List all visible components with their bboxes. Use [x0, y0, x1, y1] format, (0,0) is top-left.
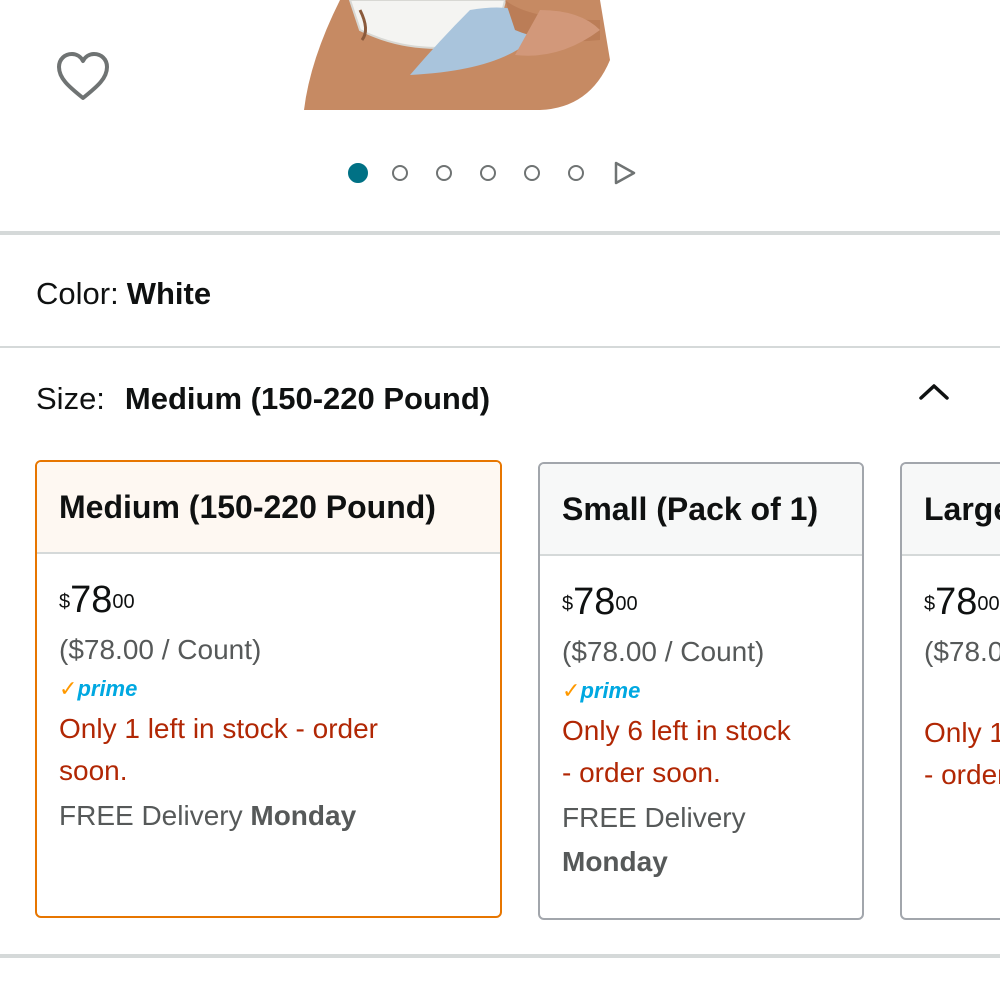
gallery-pagination: [348, 158, 612, 188]
gallery-dot[interactable]: [436, 165, 452, 181]
play-icon[interactable]: [612, 160, 638, 191]
color-value: White: [126, 276, 212, 311]
unit-price: ($78.00 / Count): [59, 634, 262, 665]
gallery-dot[interactable]: [568, 165, 584, 181]
price: $7800: [924, 581, 1000, 623]
delivery-info: FREE Delivery Monday: [562, 802, 746, 877]
stock-status: Only 6 left in stock - order soon.: [562, 715, 791, 788]
stock-status: Only 1 left in stock - order soon.: [59, 713, 379, 786]
gallery-dot[interactable]: [524, 165, 540, 181]
size-option-title: Small (Pack of 1): [540, 464, 862, 556]
prime-badge: ✓prime: [59, 676, 138, 701]
divider: [0, 231, 1000, 235]
size-option-title: Medium (150-220 Pound): [37, 462, 500, 554]
heart-icon[interactable]: [54, 48, 112, 106]
size-selector: Size: Medium (150-220 Pound): [36, 381, 490, 417]
product-image[interactable]: [300, 0, 662, 112]
color-selector: Color: White: [36, 276, 211, 312]
gallery-dot[interactable]: [480, 165, 496, 181]
size-option-card[interactable]: Small (Pack of 1) $7800 ($78.00 / Count)…: [538, 462, 864, 920]
color-label: Color:: [36, 276, 119, 311]
size-label: Size:: [36, 381, 105, 416]
size-option-card[interactable]: Large $7800 ($78.00 / Count) Only 1 - or…: [900, 462, 1000, 920]
price: $7800: [59, 579, 135, 621]
size-option-card-selected[interactable]: Medium (150-220 Pound) $7800 ($78.00 / C…: [35, 460, 502, 918]
chevron-up-icon[interactable]: [915, 380, 953, 404]
check-icon: ✓: [562, 678, 581, 703]
delivery-info: FREE Delivery Monday: [59, 800, 357, 831]
prime-badge: ✓prime: [562, 678, 641, 703]
gallery-dot-active[interactable]: [348, 163, 368, 183]
gallery-dot[interactable]: [392, 165, 408, 181]
stock-status: Only 1 - order soon.: [924, 717, 1000, 790]
check-icon: ✓: [59, 676, 78, 701]
unit-price: ($78.00 / Count): [924, 636, 1000, 667]
size-option-title: Large: [902, 464, 1000, 556]
price: $7800: [562, 581, 638, 623]
divider: [0, 954, 1000, 958]
unit-price: ($78.00 / Count): [562, 636, 765, 667]
divider: [0, 346, 1000, 348]
size-value: Medium (150-220 Pound): [124, 381, 491, 416]
